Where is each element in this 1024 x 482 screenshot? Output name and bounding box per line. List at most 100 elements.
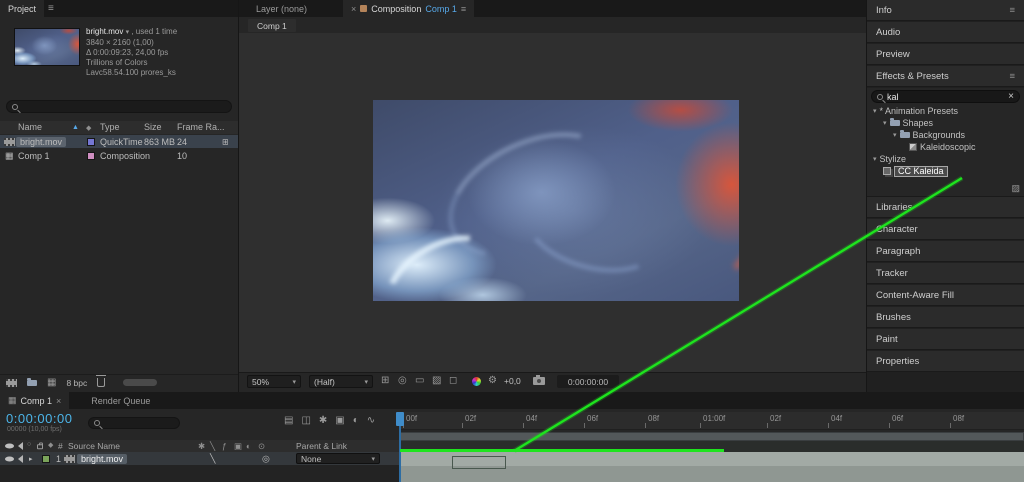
label-column-icon[interactable]: ◆	[48, 441, 53, 449]
caret-down-icon[interactable]: ▾	[873, 155, 877, 163]
label-swatch[interactable]	[87, 152, 95, 160]
effects-panel-corner-icon[interactable]: ▨	[1011, 183, 1020, 194]
current-time-indicator-head[interactable]	[396, 412, 404, 426]
resolution-select[interactable]: (Half) ▾	[309, 375, 373, 388]
panel-character[interactable]: Character	[867, 219, 1024, 240]
panel-preview[interactable]: Preview	[867, 44, 1024, 65]
column-name[interactable]: Name	[18, 122, 42, 132]
frame-blend-switch-icon[interactable]: ▣	[234, 441, 242, 452]
pick-whip-icon[interactable]: ◎	[262, 453, 270, 464]
comp-mini-flowchart-icon[interactable]: ▤	[284, 415, 293, 426]
layer-row[interactable]: ▸ 1 bright.mov ╲ ◎ None ▾	[0, 452, 400, 465]
lock-column-icon[interactable]	[37, 444, 43, 449]
horizontal-scrollbar[interactable]	[123, 379, 157, 386]
frame-blending-icon[interactable]: ▣	[335, 415, 344, 426]
column-frame-rate[interactable]: Frame Ra...	[177, 122, 225, 132]
panel-paint[interactable]: Paint	[867, 329, 1024, 350]
composition-viewport[interactable]	[239, 33, 866, 372]
column-size[interactable]: Size	[144, 122, 162, 132]
close-icon[interactable]: ×	[56, 396, 61, 406]
zoom-select[interactable]: 50% ▾	[247, 375, 301, 388]
hide-shy-layers-icon[interactable]: ✱	[319, 415, 327, 426]
tree-label-selected[interactable]: CC Kaleida	[894, 166, 948, 177]
timeline-search-input[interactable]	[88, 417, 180, 429]
tab-layer[interactable]: Layer (none)	[248, 0, 315, 17]
tree-item-animation-presets[interactable]: ▾ * Animation Presets	[867, 105, 1024, 117]
graph-editor-icon[interactable]: ∿	[367, 415, 375, 426]
show-channel-icon[interactable]	[472, 377, 481, 386]
shy-switch-icon[interactable]: ✱	[198, 441, 205, 452]
panel-properties[interactable]: Properties	[867, 351, 1024, 372]
panel-effects-presets[interactable]: Effects & Presets ≡	[867, 66, 1024, 87]
panel-menu-icon[interactable]: ≡	[48, 3, 54, 14]
panel-brushes[interactable]: Brushes	[867, 307, 1024, 328]
grid-guides-icon[interactable]: ⊞	[381, 375, 389, 386]
video-visibility-icon[interactable]	[5, 456, 14, 461]
clear-search-icon[interactable]: ×	[1008, 91, 1014, 102]
tab-project[interactable]: Project	[0, 0, 44, 17]
project-search-input[interactable]	[6, 100, 232, 113]
expand-layer-icon[interactable]: ▸	[29, 455, 33, 463]
label-swatch[interactable]	[87, 138, 95, 146]
parent-link-column[interactable]: Parent & Link	[296, 441, 347, 451]
solo-column-icon[interactable]: ○	[27, 441, 31, 448]
tree-item-backgrounds[interactable]: ▾ Backgrounds	[867, 129, 1024, 141]
interpret-footage-icon[interactable]	[6, 379, 17, 387]
panel-content-aware-fill[interactable]: Content-Aware Fill	[867, 285, 1024, 306]
close-icon[interactable]: ×	[351, 4, 356, 14]
mask-visibility-icon[interactable]: ◎	[398, 375, 407, 386]
delete-icon[interactable]	[97, 378, 105, 387]
comp-name[interactable]: Comp 1	[18, 151, 50, 161]
label-column-icon[interactable]: ◆	[86, 124, 91, 132]
audio-column-icon[interactable]	[18, 442, 23, 450]
caret-down-icon[interactable]: ▾	[883, 119, 887, 127]
new-composition-icon[interactable]: ▦	[47, 377, 56, 388]
work-area-bar[interactable]	[400, 432, 1024, 441]
motion-blur-icon[interactable]: ◐	[353, 415, 359, 426]
current-timecode[interactable]: 0:00:00:00	[6, 411, 72, 426]
tab-timeline-comp[interactable]: ▦ Comp 1 ×	[0, 392, 69, 409]
tree-item-stylize[interactable]: ▾ Stylize	[867, 153, 1024, 165]
region-of-interest-icon[interactable]: ▭	[415, 375, 424, 386]
project-row-footage[interactable]: bright.mov QuickTime 863 MB 24 ⊞	[0, 135, 238, 148]
quality-icon[interactable]: ╲	[210, 453, 215, 464]
index-column[interactable]: #	[58, 441, 63, 451]
parent-link-select[interactable]: None ▾	[296, 453, 380, 464]
panel-paragraph[interactable]: Paragraph	[867, 241, 1024, 262]
caret-down-icon[interactable]: ▾	[893, 131, 897, 139]
video-column-icon[interactable]	[5, 444, 14, 449]
column-type[interactable]: Type	[100, 122, 120, 132]
panel-audio[interactable]: Audio	[867, 22, 1024, 43]
quality-switch-icon[interactable]: ╲	[210, 441, 215, 452]
time-ruler[interactable]: 00f 02f 04f 06f 08f 01:00f 02f 04f 06f 0…	[400, 412, 1024, 430]
caret-down-icon[interactable]: ▾	[873, 107, 877, 115]
transparency-grid-icon[interactable]: ▨	[432, 375, 441, 386]
tree-item-cc-kaleida[interactable]: CC Kaleida	[867, 165, 1024, 177]
project-bit-depth[interactable]: 8 bpc	[66, 378, 87, 388]
tree-item-kaleidoscopic[interactable]: Kaleidoscopic	[867, 141, 1024, 153]
tab-composition[interactable]: × Composition Comp 1 ≡	[343, 0, 474, 17]
pixel-aspect-icon[interactable]: ◻	[449, 375, 457, 386]
footage-name[interactable]: bright.mov	[16, 137, 66, 147]
exposure-gear-icon[interactable]: ⚙	[488, 375, 497, 386]
panel-libraries[interactable]: Libraries	[867, 197, 1024, 218]
exposure-value[interactable]: +0,0	[504, 376, 521, 386]
comp-subtab[interactable]: Comp 1	[248, 19, 296, 32]
panel-tracker[interactable]: Tracker	[867, 263, 1024, 284]
layer-label-swatch[interactable]	[42, 455, 50, 463]
tab-render-queue[interactable]: Render Queue	[83, 392, 158, 409]
footage-badge-icon[interactable]: ⊞	[222, 137, 229, 146]
source-name-column[interactable]: Source Name	[68, 441, 120, 451]
panel-menu-icon[interactable]: ≡	[1009, 71, 1015, 82]
draft-3d-icon[interactable]: ◫	[301, 415, 310, 426]
footage-thumbnail[interactable]	[14, 28, 80, 66]
tree-item-shapes[interactable]: ▾ Shapes	[867, 117, 1024, 129]
project-table-header[interactable]: Name ▲ ◆ Type Size Frame Ra...	[0, 121, 238, 134]
panel-info[interactable]: Info ≡	[867, 0, 1024, 21]
motion-blur-switch-icon[interactable]: ◐	[246, 441, 251, 451]
footage-title[interactable]: bright.mov	[86, 27, 123, 36]
new-folder-icon[interactable]	[27, 380, 37, 386]
panel-menu-icon[interactable]: ≡	[461, 4, 466, 14]
project-row-comp[interactable]: ▦ Comp 1 Composition 10	[0, 149, 238, 162]
audio-icon[interactable]	[18, 455, 23, 463]
